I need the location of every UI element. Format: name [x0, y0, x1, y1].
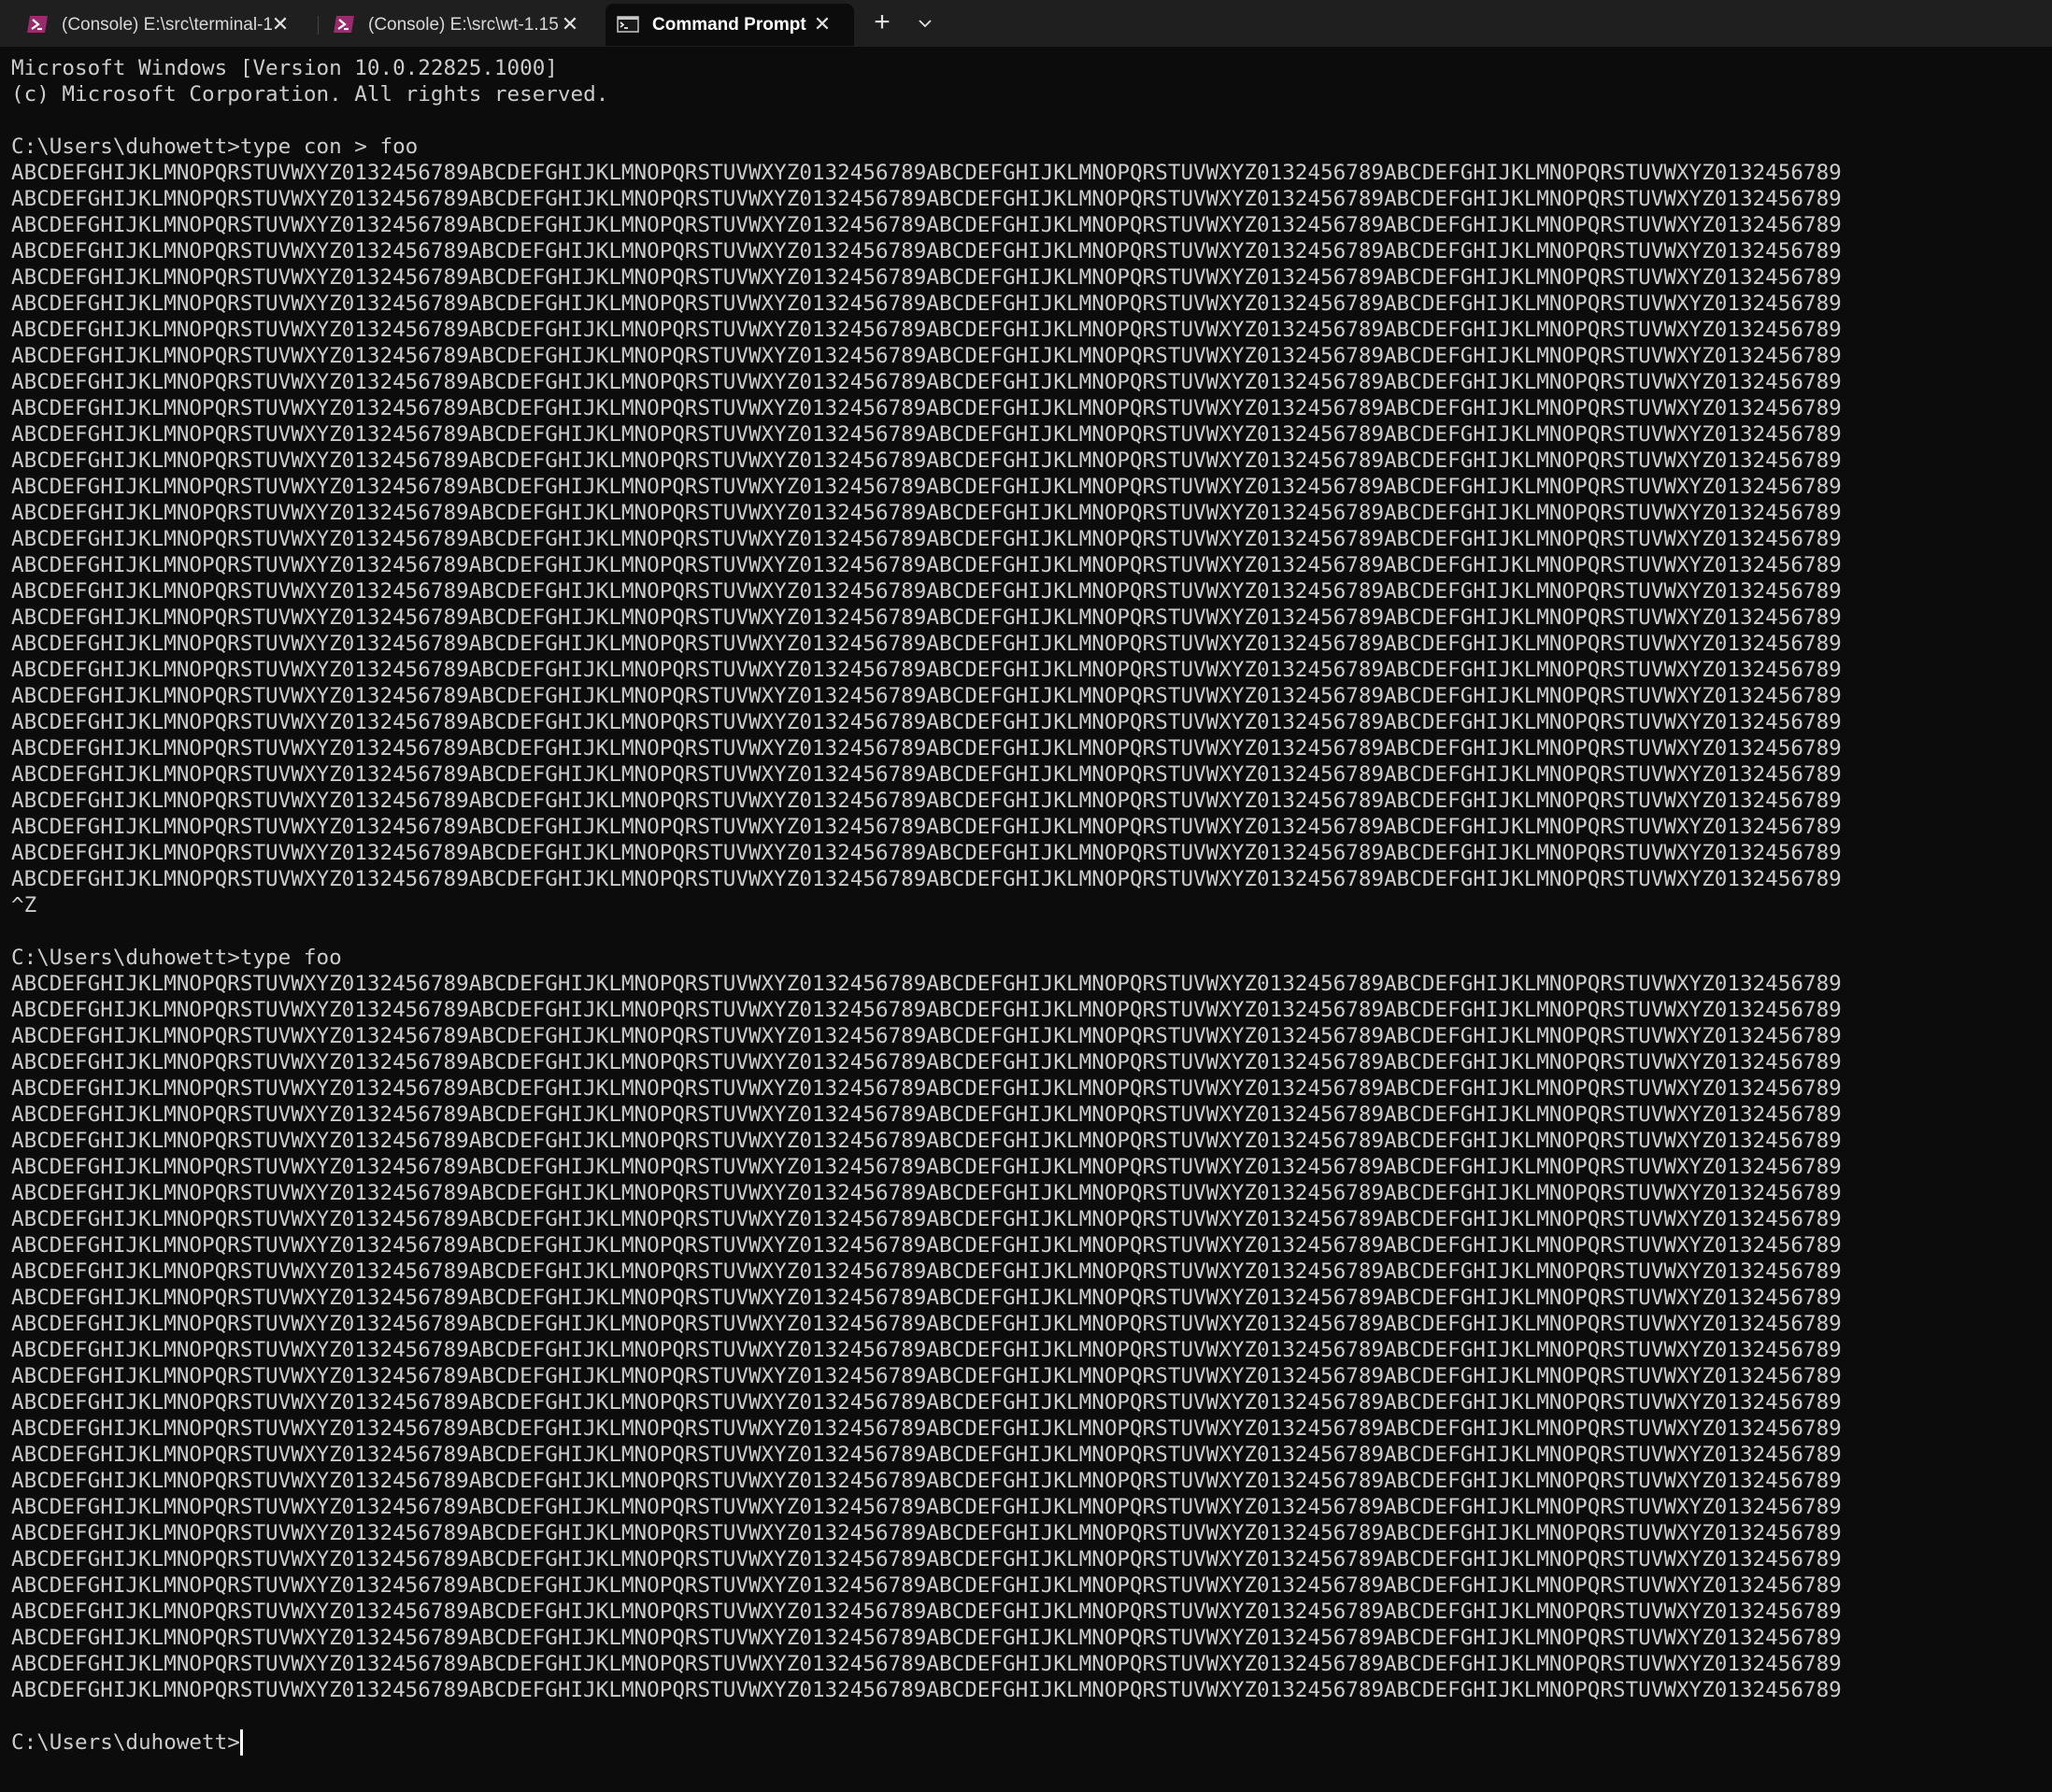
output-line: ABCDEFGHIJKLMNOPQRSTUVWXYZ0132456789ABCD… — [11, 1259, 1842, 1284]
output-line: ABCDEFGHIJKLMNOPQRSTUVWXYZ0132456789ABCD… — [11, 1050, 1842, 1074]
input-line: ABCDEFGHIJKLMNOPQRSTUVWXYZ0132456789ABCD… — [11, 448, 1842, 473]
eof-marker: ^Z — [11, 893, 37, 917]
chevron-down-icon[interactable] — [910, 9, 940, 37]
command-line: C:\Users\duhowett>type con > foo — [11, 135, 419, 159]
input-line: ABCDEFGHIJKLMNOPQRSTUVWXYZ0132456789ABCD… — [11, 213, 1842, 237]
input-line: ABCDEFGHIJKLMNOPQRSTUVWXYZ0132456789ABCD… — [11, 239, 1842, 263]
output-line: ABCDEFGHIJKLMNOPQRSTUVWXYZ0132456789ABCD… — [11, 1155, 1842, 1179]
tab-command-prompt[interactable]: Command Prompt ✕ — [606, 4, 854, 46]
output-line: ABCDEFGHIJKLMNOPQRSTUVWXYZ0132456789ABCD… — [11, 1024, 1842, 1048]
output-line: ABCDEFGHIJKLMNOPQRSTUVWXYZ0132456789ABCD… — [11, 1652, 1842, 1676]
input-line: ABCDEFGHIJKLMNOPQRSTUVWXYZ0132456789ABCD… — [11, 762, 1842, 787]
console-header-line: (c) Microsoft Corporation. All rights re… — [11, 82, 609, 107]
cmd-icon — [617, 15, 639, 34]
terminal-buffer[interactable]: Microsoft Windows [Version 10.0.22825.10… — [11, 55, 2052, 1792]
input-line: ABCDEFGHIJKLMNOPQRSTUVWXYZ0132456789ABCD… — [11, 344, 1842, 368]
output-line: ABCDEFGHIJKLMNOPQRSTUVWXYZ0132456789ABCD… — [11, 1102, 1842, 1127]
input-line: ABCDEFGHIJKLMNOPQRSTUVWXYZ0132456789ABCD… — [11, 318, 1842, 342]
close-tab-button[interactable]: ✕ — [811, 12, 834, 36]
input-line: ABCDEFGHIJKLMNOPQRSTUVWXYZ0132456789ABCD… — [11, 684, 1842, 708]
terminal-window: (Console) E:\src\terminal-1 ✕ (Console) … — [0, 0, 2052, 1792]
input-line: ABCDEFGHIJKLMNOPQRSTUVWXYZ0132456789ABCD… — [11, 396, 1842, 420]
output-line: ABCDEFGHIJKLMNOPQRSTUVWXYZ0132456789ABCD… — [11, 972, 1842, 996]
output-line: ABCDEFGHIJKLMNOPQRSTUVWXYZ0132456789ABCD… — [11, 1469, 1842, 1493]
input-line: ABCDEFGHIJKLMNOPQRSTUVWXYZ0132456789ABCD… — [11, 370, 1842, 394]
input-line: ABCDEFGHIJKLMNOPQRSTUVWXYZ0132456789ABCD… — [11, 187, 1842, 211]
input-line: ABCDEFGHIJKLMNOPQRSTUVWXYZ0132456789ABCD… — [11, 789, 1842, 813]
powershell-icon — [333, 15, 355, 34]
close-tab-button[interactable]: ✕ — [559, 12, 581, 36]
output-line: ABCDEFGHIJKLMNOPQRSTUVWXYZ0132456789ABCD… — [11, 1678, 1842, 1702]
output-line: ABCDEFGHIJKLMNOPQRSTUVWXYZ0132456789ABCD… — [11, 1207, 1842, 1231]
output-line: ABCDEFGHIJKLMNOPQRSTUVWXYZ0132456789ABCD… — [11, 1600, 1842, 1624]
new-tab-button[interactable]: + — [867, 8, 897, 37]
input-line: ABCDEFGHIJKLMNOPQRSTUVWXYZ0132456789ABCD… — [11, 632, 1842, 656]
output-line: ABCDEFGHIJKLMNOPQRSTUVWXYZ0132456789ABCD… — [11, 1416, 1842, 1441]
tab-label: (Console) E:\src\wt-1.15 — [368, 15, 559, 35]
close-tab-button[interactable]: ✕ — [269, 12, 292, 36]
input-line: ABCDEFGHIJKLMNOPQRSTUVWXYZ0132456789ABCD… — [11, 867, 1842, 891]
tab-divider — [318, 16, 319, 35]
output-line: ABCDEFGHIJKLMNOPQRSTUVWXYZ0132456789ABCD… — [11, 1521, 1842, 1545]
output-line: ABCDEFGHIJKLMNOPQRSTUVWXYZ0132456789ABCD… — [11, 1233, 1842, 1258]
tab-label: (Console) E:\src\terminal-1 — [62, 15, 273, 35]
output-line: ABCDEFGHIJKLMNOPQRSTUVWXYZ0132456789ABCD… — [11, 1181, 1842, 1205]
input-line: ABCDEFGHIJKLMNOPQRSTUVWXYZ0132456789ABCD… — [11, 527, 1842, 551]
input-line: ABCDEFGHIJKLMNOPQRSTUVWXYZ0132456789ABCD… — [11, 841, 1842, 865]
input-line: ABCDEFGHIJKLMNOPQRSTUVWXYZ0132456789ABCD… — [11, 605, 1842, 630]
input-line: ABCDEFGHIJKLMNOPQRSTUVWXYZ0132456789ABCD… — [11, 553, 1842, 577]
output-line: ABCDEFGHIJKLMNOPQRSTUVWXYZ0132456789ABCD… — [11, 1076, 1842, 1101]
input-line: ABCDEFGHIJKLMNOPQRSTUVWXYZ0132456789ABCD… — [11, 736, 1842, 761]
prompt-text: C:\Users\duhowett> — [11, 1730, 240, 1755]
text-cursor — [239, 1729, 243, 1756]
output-line: ABCDEFGHIJKLMNOPQRSTUVWXYZ0132456789ABCD… — [11, 1390, 1842, 1415]
prompt-line[interactable]: C:\Users\duhowett> — [11, 1729, 2052, 1756]
output-line: ABCDEFGHIJKLMNOPQRSTUVWXYZ0132456789ABCD… — [11, 1573, 1842, 1598]
output-line: ABCDEFGHIJKLMNOPQRSTUVWXYZ0132456789ABCD… — [11, 1626, 1842, 1650]
output-line: ABCDEFGHIJKLMNOPQRSTUVWXYZ0132456789ABCD… — [11, 998, 1842, 1022]
output-line: ABCDEFGHIJKLMNOPQRSTUVWXYZ0132456789ABCD… — [11, 1338, 1842, 1362]
command-line: C:\Users\duhowett>type foo — [11, 946, 342, 970]
tab-label: Command Prompt — [652, 15, 806, 35]
input-line: ABCDEFGHIJKLMNOPQRSTUVWXYZ0132456789ABCD… — [11, 501, 1842, 525]
input-line: ABCDEFGHIJKLMNOPQRSTUVWXYZ0132456789ABCD… — [11, 658, 1842, 682]
output-line: ABCDEFGHIJKLMNOPQRSTUVWXYZ0132456789ABCD… — [11, 1495, 1842, 1519]
input-line: ABCDEFGHIJKLMNOPQRSTUVWXYZ0132456789ABCD… — [11, 475, 1842, 499]
output-line: ABCDEFGHIJKLMNOPQRSTUVWXYZ0132456789ABCD… — [11, 1129, 1842, 1153]
output-line: ABCDEFGHIJKLMNOPQRSTUVWXYZ0132456789ABCD… — [11, 1364, 1842, 1388]
console-header-line: Microsoft Windows [Version 10.0.22825.10… — [11, 56, 558, 80]
output-line: ABCDEFGHIJKLMNOPQRSTUVWXYZ0132456789ABCD… — [11, 1547, 1842, 1572]
output-line: ABCDEFGHIJKLMNOPQRSTUVWXYZ0132456789ABCD… — [11, 1443, 1842, 1467]
tab-console-terminal-1[interactable]: (Console) E:\src\terminal-1 ✕ — [2, 4, 310, 46]
input-line: ABCDEFGHIJKLMNOPQRSTUVWXYZ0132456789ABCD… — [11, 292, 1842, 316]
tab-bar: (Console) E:\src\terminal-1 ✕ (Console) … — [0, 0, 2052, 47]
output-line: ABCDEFGHIJKLMNOPQRSTUVWXYZ0132456789ABCD… — [11, 1286, 1842, 1310]
input-line: ABCDEFGHIJKLMNOPQRSTUVWXYZ0132456789ABCD… — [11, 161, 1842, 185]
input-line: ABCDEFGHIJKLMNOPQRSTUVWXYZ0132456789ABCD… — [11, 265, 1842, 290]
input-line: ABCDEFGHIJKLMNOPQRSTUVWXYZ0132456789ABCD… — [11, 422, 1842, 447]
tab-console-wt-1-15[interactable]: (Console) E:\src\wt-1.15 ✕ — [323, 4, 604, 46]
input-line: ABCDEFGHIJKLMNOPQRSTUVWXYZ0132456789ABCD… — [11, 815, 1842, 839]
input-line: ABCDEFGHIJKLMNOPQRSTUVWXYZ0132456789ABCD… — [11, 710, 1842, 734]
output-line: ABCDEFGHIJKLMNOPQRSTUVWXYZ0132456789ABCD… — [11, 1312, 1842, 1336]
input-line: ABCDEFGHIJKLMNOPQRSTUVWXYZ0132456789ABCD… — [11, 579, 1842, 604]
powershell-icon — [26, 15, 49, 34]
